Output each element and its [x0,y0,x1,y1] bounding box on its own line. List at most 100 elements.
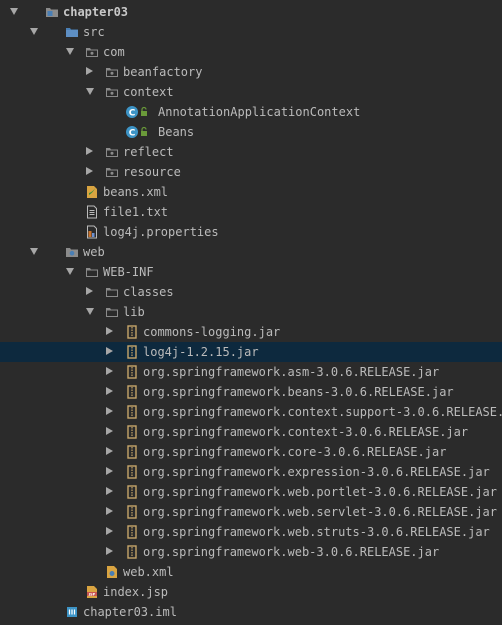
tree-item-label: reflect [123,145,174,159]
tree-row[interactable]: C Beans [0,122,502,142]
chevron-right-icon[interactable] [86,287,93,295]
tree-item-label: resource [123,165,181,179]
tree-item-label: beans.xml [103,185,169,199]
tree-row[interactable]: org.springframework.context-3.0.6.RELEAS… [0,422,502,442]
chevron-right-icon[interactable] [106,527,113,535]
source-folder-icon [65,25,79,39]
jar-icon [125,345,139,359]
svg-text:C: C [129,129,136,139]
tree-row[interactable]: org.springframework.expression-3.0.6.REL… [0,462,502,482]
tree-item-label: org.springframework.context.support-3.0.… [143,405,502,419]
tree-item-label: org.springframework.web-3.0.6.RELEASE.ja… [143,545,440,559]
tree-item-label: src [83,25,105,39]
tree-row[interactable]: log4j.properties [0,222,502,242]
tree-row[interactable]: org.springframework.beans-3.0.6.RELEASE.… [0,382,502,402]
tree-row[interactable]: org.springframework.web-3.0.6.RELEASE.ja… [0,542,502,562]
iml-file-icon [65,605,79,619]
properties-file-icon [85,225,99,239]
chevron-down-icon[interactable] [86,88,94,95]
tree-row[interactable]: lib [0,302,502,322]
tree-item-label: org.springframework.context-3.0.6.RELEAS… [143,425,469,439]
tree-row[interactable]: web.xml [0,562,502,582]
tree-item-label: org.springframework.expression-3.0.6.REL… [143,465,490,479]
tree-row[interactable]: org.springframework.web.portlet-3.0.6.RE… [0,482,502,502]
module-folder-icon [45,5,59,19]
tree-row[interactable]: C AnnotationApplicationContext [0,102,502,122]
tree-row[interactable]: commons-logging.jar [0,322,502,342]
chevron-down-icon[interactable] [10,8,18,15]
jar-icon [125,445,139,459]
tree-row[interactable]: chapter03.iml [0,602,502,622]
tree-row[interactable]: org.springframework.web.servlet-3.0.6.RE… [0,502,502,522]
chevron-right-icon[interactable] [106,427,113,435]
chevron-right-icon[interactable] [86,147,93,155]
tree-item-label: web.xml [123,565,174,579]
text-file-icon [85,205,99,219]
chevron-down-icon[interactable] [66,48,74,55]
tree-row[interactable]: org.springframework.core-3.0.6.RELEASE.j… [0,442,502,462]
chevron-right-icon[interactable] [106,487,113,495]
tree-item-label: WEB-INF [103,265,154,279]
chevron-right-icon[interactable] [106,507,113,515]
tree-item-label: AnnotationApplicationContext [158,105,361,119]
tree-row[interactable]: web [0,242,502,262]
chevron-right-icon[interactable] [86,67,93,75]
chevron-down-icon[interactable] [86,308,94,315]
chevron-right-icon[interactable] [106,467,113,475]
chevron-right-icon[interactable] [106,347,113,355]
chevron-down-icon[interactable] [30,28,38,35]
chevron-right-icon[interactable] [106,447,113,455]
tree-item-label: web [83,245,105,259]
class-icon: C [125,125,151,139]
folder-icon [105,285,119,299]
tree-item-label: org.springframework.core-3.0.6.RELEASE.j… [143,445,447,459]
tree-row[interactable]: log4j-1.2.15.jar [0,342,502,362]
chevron-right-icon[interactable] [106,547,113,555]
tree-row[interactable]: file1.txt [0,202,502,222]
tree-row[interactable]: org.springframework.asm-3.0.6.RELEASE.ja… [0,362,502,382]
tree-row[interactable]: org.springframework.context.support-3.0.… [0,402,502,422]
tree-item-label: index.jsp [103,585,169,599]
tree-row[interactable]: com [0,42,502,62]
tree-row[interactable]: context [0,82,502,102]
chevron-right-icon[interactable] [106,367,113,375]
tree-row[interactable]: src [0,22,502,42]
tree-row[interactable]: beanfactory [0,62,502,82]
tree-item-label: org.springframework.web.portlet-3.0.6.RE… [143,485,498,499]
jar-icon [125,545,139,559]
chevron-right-icon[interactable] [86,167,93,175]
tree-item-label: Beans [158,125,195,139]
chevron-right-icon[interactable] [106,387,113,395]
spring-xml-icon [85,185,99,199]
web-xml-icon [105,565,119,579]
jsp-file-icon: JSP [85,585,99,599]
tree-item-label: org.springframework.asm-3.0.6.RELEASE.ja… [143,365,440,379]
jar-icon [125,405,139,419]
jar-icon [125,385,139,399]
tree-item-label: classes [123,285,174,299]
jar-icon [125,365,139,379]
tree-row[interactable]: reflect [0,142,502,162]
tree-item-label: context [123,85,174,99]
tree-item-label: log4j.properties [103,225,219,239]
tree-row[interactable]: resource [0,162,502,182]
tree-row[interactable]: chapter03 [0,2,502,22]
tree-row[interactable]: beans.xml [0,182,502,202]
chevron-down-icon[interactable] [66,268,74,275]
tree-row[interactable]: JSP index.jsp [0,582,502,602]
chevron-right-icon[interactable] [106,327,113,335]
jar-icon [125,325,139,339]
tree-row[interactable]: WEB-INF [0,262,502,282]
chevron-right-icon[interactable] [106,407,113,415]
jar-icon [125,465,139,479]
tree-item-label: chapter03.iml [83,605,177,619]
tree-item-label: org.springframework.beans-3.0.6.RELEASE.… [143,385,454,399]
web-folder-icon [65,245,79,259]
tree-row[interactable]: classes [0,282,502,302]
project-tree: chapter03 src com beanfactory context C Annota… [0,0,502,625]
tree-item-label: commons-logging.jar [143,325,281,339]
tree-item-label: file1.txt [103,205,169,219]
tree-row[interactable]: org.springframework.web.struts-3.0.6.REL… [0,522,502,542]
chevron-down-icon[interactable] [30,248,38,255]
jar-icon [125,525,139,539]
